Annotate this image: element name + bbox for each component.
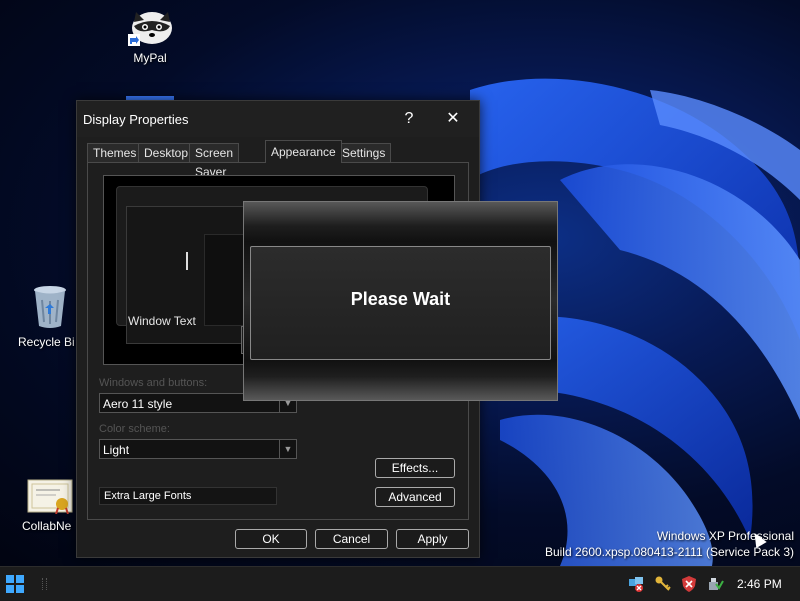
cancel-button[interactable]: Cancel — [315, 529, 388, 549]
tab-screen-saver[interactable]: Screen Saver — [189, 143, 240, 179]
taskbar-clock[interactable]: 2:46 PM — [737, 577, 782, 591]
font-size-value: Extra Large Fonts — [104, 490, 192, 502]
ok-button[interactable]: OK — [235, 529, 307, 549]
desktop-icon-mypal[interactable]: MyPal — [110, 6, 190, 65]
safely-remove-hardware-icon[interactable] — [706, 575, 724, 593]
recycle-bin-icon — [34, 286, 66, 328]
please-wait-panel: Please Wait — [250, 246, 551, 360]
desktop-icon-label: MyPal — [133, 51, 167, 65]
dialog-titlebar[interactable]: Display Properties ? ✕ — [77, 101, 479, 137]
network-warning-icon[interactable] — [627, 575, 645, 593]
start-button[interactable] — [6, 575, 24, 593]
color-scheme-select[interactable]: Light ▼ — [99, 439, 297, 459]
key-icon[interactable] — [654, 575, 672, 593]
effects-button[interactable]: Effects... — [375, 458, 455, 478]
preview-window-text: Window Text — [128, 314, 196, 328]
taskbar-grip[interactable] — [42, 578, 47, 590]
taskbar: 2:46 PM — [0, 566, 800, 601]
close-button[interactable]: ✕ — [439, 107, 467, 131]
tab-appearance[interactable]: Appearance — [265, 140, 342, 163]
security-shield-icon[interactable] — [680, 575, 698, 593]
chevron-down-icon[interactable]: ▼ — [279, 440, 296, 458]
version-watermark-line1: Windows XP Professional — [656, 529, 794, 543]
apply-button[interactable]: Apply — [396, 529, 469, 549]
windows-buttons-value: Aero 11 style — [103, 397, 173, 411]
font-size-select[interactable]: Extra Large Fonts — [99, 487, 277, 505]
dialog-title: Display Properties — [83, 112, 189, 127]
advanced-button[interactable]: Advanced — [375, 487, 455, 507]
please-wait-message: Please Wait — [350, 289, 451, 309]
color-scheme-value: Light — [103, 443, 130, 457]
help-button[interactable]: ? — [397, 107, 421, 131]
please-wait-dialog: Please Wait — [243, 201, 558, 401]
certificate-icon — [27, 479, 73, 515]
tab-desktop[interactable]: Desktop — [138, 143, 195, 162]
tab-settings[interactable]: Settings — [336, 143, 392, 162]
windows-buttons-label: Windows and buttons: — [99, 377, 208, 389]
tab-themes[interactable]: Themes — [87, 143, 143, 162]
color-scheme-label: Color scheme: — [99, 423, 170, 435]
mypal-raccoon-icon — [128, 12, 172, 46]
preview-text-caret — [186, 252, 188, 270]
